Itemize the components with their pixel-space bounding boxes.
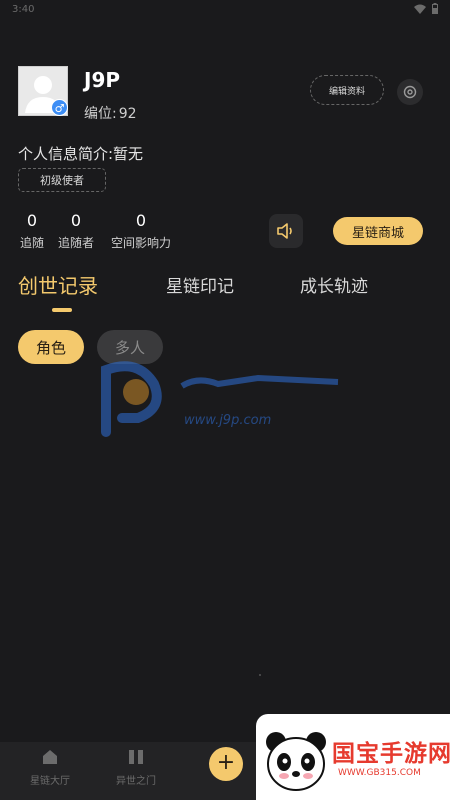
battery-icon	[432, 3, 438, 14]
user-id-value: 92	[118, 106, 137, 122]
svg-text:www.j9p.com: www.j9p.com	[184, 413, 271, 428]
bio-text: 个人信息简介:暂无	[18, 145, 144, 163]
corner-watermark-title: 国宝手游网	[332, 741, 450, 767]
stat-value: 0	[135, 211, 147, 230]
stat-followers[interactable]: 0 追随者	[56, 211, 96, 251]
tab-indicator	[52, 308, 72, 312]
gate-icon	[129, 750, 143, 764]
stat-label: 空间影响力	[110, 236, 171, 250]
username: J9P	[84, 68, 121, 92]
tab-creation-records[interactable]: 创世记录	[18, 270, 98, 299]
user-id: 编位: 92	[84, 103, 139, 123]
stat-value: 0	[26, 211, 38, 230]
sound-toggle-button[interactable]	[269, 214, 303, 248]
stat-label: 追随者	[57, 236, 94, 250]
gear-icon	[403, 85, 417, 99]
status-time: 3:40	[12, 4, 35, 15]
watermark-logo: www.j9p.com	[98, 356, 348, 440]
shop-button[interactable]: 星链商城	[333, 217, 423, 245]
male-gender-icon: ♂	[51, 99, 68, 116]
nav-star-hall[interactable]: 星链大厅	[20, 748, 80, 787]
settings-button[interactable]	[397, 79, 423, 105]
nav-label: 异世之门	[116, 776, 156, 787]
speaker-icon	[277, 223, 292, 239]
home-icon	[43, 750, 57, 764]
user-id-label: 编位:	[84, 106, 117, 122]
corner-watermark-url: WWW.GB315.COM	[338, 768, 421, 778]
tab-growth-path[interactable]: 成长轨迹	[300, 272, 368, 297]
add-button[interactable]: +	[209, 747, 243, 781]
level-badge: 初级使者	[18, 168, 106, 192]
wifi-icon	[414, 4, 426, 14]
stat-label: 追随	[19, 236, 44, 250]
edit-profile-button[interactable]: 编辑资料	[310, 75, 384, 105]
stat-following[interactable]: 0 追随	[18, 211, 46, 251]
tab-star-marks[interactable]: 星链印记	[166, 272, 234, 297]
status-bar: 3:40	[0, 0, 450, 22]
stat-value: 0	[70, 211, 82, 230]
nav-label: 星链大厅	[30, 776, 70, 787]
panda-logo	[266, 732, 326, 791]
decorative-dot	[259, 674, 261, 676]
filter-chip-role[interactable]: 角色	[18, 330, 84, 364]
nav-other-world-gate[interactable]: 异世之门	[106, 748, 166, 787]
corner-watermark: 国宝手游网 WWW.GB315.COM	[256, 714, 450, 800]
stat-influence[interactable]: 0 空间影响力	[107, 211, 175, 251]
